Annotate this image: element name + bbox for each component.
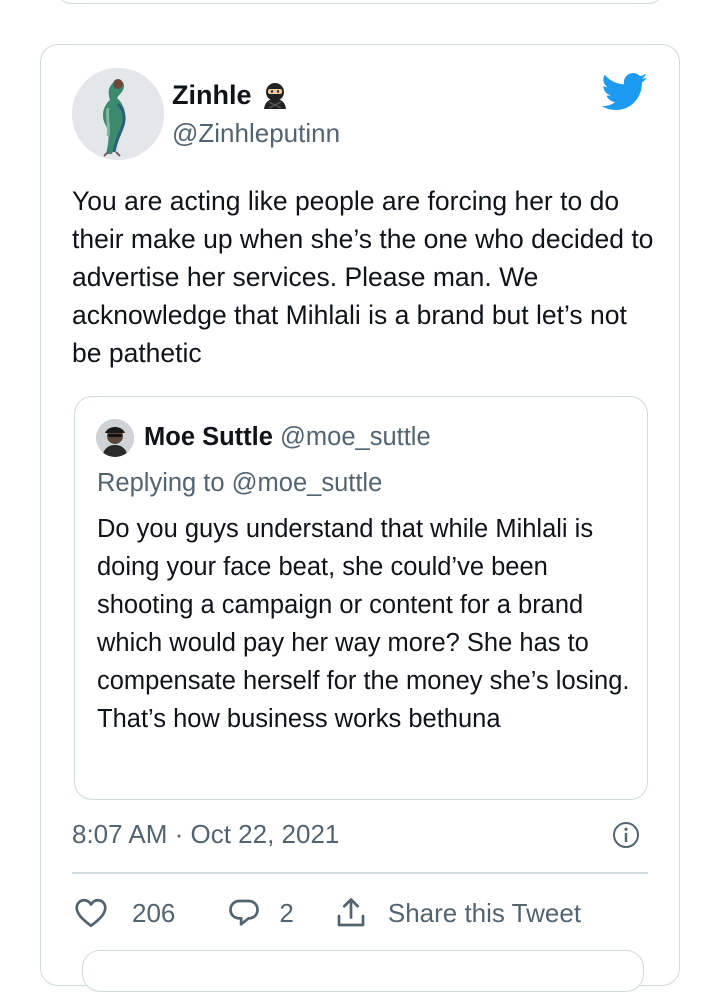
divider bbox=[72, 872, 648, 874]
share-icon bbox=[337, 898, 365, 927]
like-action[interactable]: 206 bbox=[72, 895, 175, 931]
avatar-photo-icon bbox=[96, 419, 134, 457]
quoted-author-name[interactable]: Moe Suttle bbox=[144, 423, 273, 451]
reply-bubble-icon bbox=[229, 899, 260, 926]
author-name-text: Zinhle bbox=[172, 80, 252, 110]
author-avatar[interactable] bbox=[72, 68, 164, 160]
share-action[interactable]: Share this Tweet bbox=[332, 895, 581, 931]
heart-icon bbox=[75, 898, 107, 928]
share-label: Share this Tweet bbox=[387, 897, 582, 928]
info-icon[interactable] bbox=[612, 821, 640, 849]
reply-action[interactable]: 2 bbox=[225, 895, 294, 931]
twitter-bird-icon[interactable] bbox=[602, 72, 648, 112]
author-handle[interactable]: @Zinhleputinn bbox=[172, 116, 340, 150]
author-name[interactable]: Zinhle bbox=[172, 78, 290, 112]
next-card-edge bbox=[82, 950, 644, 992]
avatar-photo-icon bbox=[72, 68, 164, 160]
quoted-tweet-text: Do you guys understand that while Mihlal… bbox=[97, 515, 630, 733]
quoted-header: Moe Suttle @moe_suttle bbox=[144, 420, 431, 454]
reply-count: 2 bbox=[279, 897, 294, 928]
quoted-author-avatar[interactable] bbox=[96, 419, 134, 457]
ninja-emoji-icon bbox=[263, 83, 286, 109]
like-count: 206 bbox=[132, 897, 176, 928]
replying-to-label[interactable]: Replying to @moe_suttle bbox=[97, 466, 382, 500]
tweet-text: You are acting like people are forcing h… bbox=[72, 186, 654, 368]
previous-card-edge bbox=[56, 0, 664, 4]
tweet-actions: 206 2 Share this Tweet bbox=[72, 893, 581, 933]
quoted-author-handle[interactable]: @moe_suttle bbox=[280, 423, 431, 451]
tweet-timestamp[interactable]: 8:07 AM · Oct 22, 2021 bbox=[72, 816, 339, 852]
